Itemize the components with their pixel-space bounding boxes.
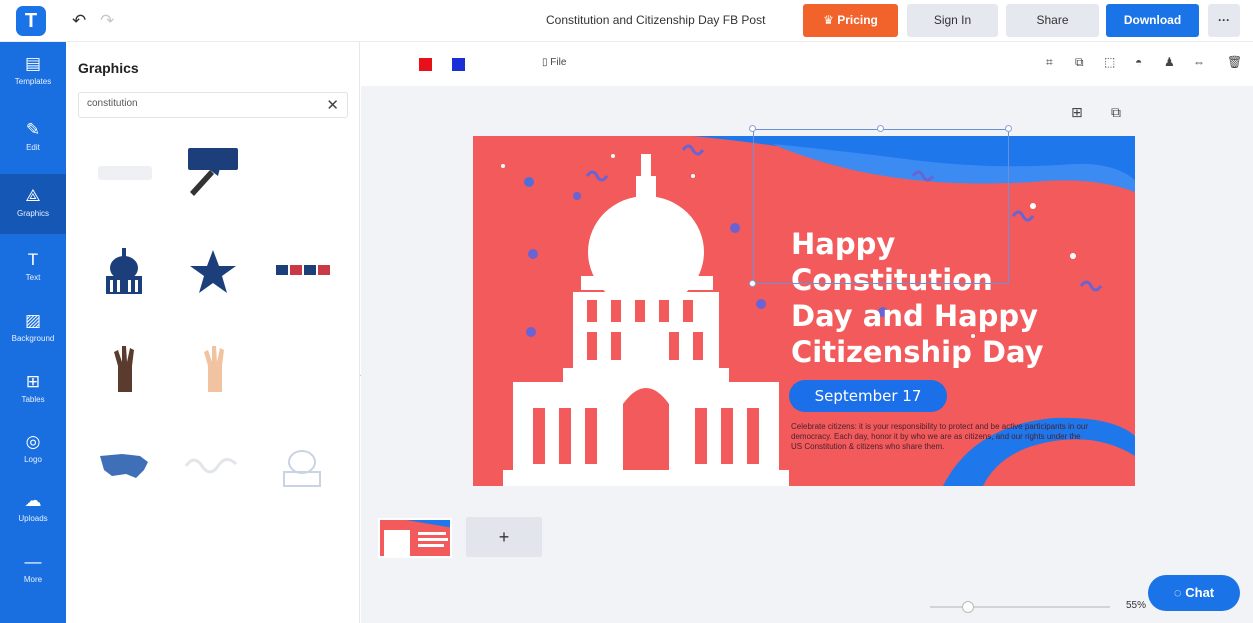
capitol-graphic[interactable]: [100, 246, 148, 298]
undo-icon[interactable]: ↶: [72, 11, 86, 31]
faded-capitol-graphic[interactable]: [278, 440, 326, 490]
add-page-button[interactable]: +: [466, 517, 542, 557]
layers-icon[interactable]: ⬚: [1104, 55, 1115, 69]
more-icon: —: [24, 552, 42, 571]
resize-handle[interactable]: [749, 280, 756, 287]
color-swatch-red[interactable]: [419, 58, 432, 71]
search-input[interactable]: [87, 98, 307, 109]
templates-icon: ▤: [24, 54, 42, 73]
sidebar-item-label: Tables: [21, 395, 45, 404]
sidebar-item-label: Uploads: [18, 514, 48, 523]
page-thumbnail[interactable]: [378, 518, 452, 558]
pencil-icon: ✎: [25, 120, 41, 139]
resize-handle[interactable]: [877, 125, 884, 132]
file-label: File: [550, 57, 567, 68]
format-painter-icon[interactable]: ⌗: [1046, 55, 1053, 70]
top-bar: T ↶ ↷ Constitution and Citizenship Day F…: [0, 0, 1253, 42]
sidebar-item-uploads[interactable]: ☁ Uploads: [0, 479, 66, 539]
download-button[interactable]: Download: [1106, 4, 1199, 37]
app-logo[interactable]: T: [16, 6, 46, 36]
element-toolbar: [361, 42, 1253, 86]
sidebar-item-more[interactable]: — More: [0, 540, 66, 600]
zoom-slider[interactable]: [930, 606, 1110, 608]
raised-hand-dark-graphic[interactable]: [110, 342, 140, 398]
file-button[interactable]: ▯ File: [542, 57, 566, 68]
thumbnail-preview: [384, 520, 450, 556]
file-icon: ▯: [542, 57, 548, 68]
sidebar-item-label: Edit: [26, 143, 40, 152]
star-graphic[interactable]: [188, 248, 238, 296]
sidebar-item-label: Background: [11, 334, 55, 343]
us-map-graphic[interactable]: [96, 448, 152, 482]
redo-icon[interactable]: ↷: [100, 11, 114, 31]
shapes-icon: ⟁: [25, 186, 41, 205]
quill-scroll-graphic[interactable]: [184, 146, 244, 202]
chat-label: Chat: [1185, 585, 1215, 600]
sign-in-button[interactable]: Sign In: [907, 4, 998, 37]
close-icon[interactable]: ✕: [326, 96, 339, 114]
raised-hand-light-graphic[interactable]: [200, 342, 230, 398]
cloud-upload-icon: ☁: [24, 491, 42, 510]
headline-line: Day and Happy: [791, 299, 1039, 333]
graphics-panel: Graphics ✕: [66, 42, 360, 623]
color-swatch-blue[interactable]: [452, 58, 465, 71]
graphics-search[interactable]: ✕: [78, 92, 348, 118]
sidebar-item-templates[interactable]: ▤ Templates: [0, 42, 66, 102]
sidebar-item-label: More: [23, 575, 43, 584]
date-pill[interactable]: September 17: [789, 380, 947, 412]
sidebar-item-label: Templates: [14, 77, 52, 86]
copy-page-icon[interactable]: ⧉: [1111, 104, 1121, 121]
sidebar-item-graphics[interactable]: ⟁ Graphics: [0, 174, 66, 234]
pricing-button[interactable]: ♛ Pricing: [803, 4, 898, 37]
flip-icon[interactable]: ⇔: [1193, 55, 1205, 69]
zoom-slider-handle[interactable]: [962, 601, 974, 613]
delete-icon[interactable]: 🗑: [1227, 55, 1242, 69]
sidebar-item-label: Text: [25, 273, 41, 282]
share-button[interactable]: Share: [1006, 4, 1099, 37]
left-sidebar: ▤ Templates ✎ Edit ⟁ Graphics T Text ▨ B…: [0, 42, 66, 623]
faded-script-graphic[interactable]: [182, 450, 244, 478]
panel-title: Graphics: [78, 60, 139, 76]
flag-strip-graphic[interactable]: [274, 262, 334, 278]
sidebar-item-edit[interactable]: ✎ Edit: [0, 108, 66, 168]
sidebar-item-text[interactable]: T Text: [0, 238, 66, 298]
pricing-label: Pricing: [837, 13, 878, 27]
sidebar-item-label: Logo: [24, 455, 42, 464]
sidebar-item-logo[interactable]: ◎ Logo: [0, 420, 66, 480]
chat-button[interactable]: ◌ Chat: [1148, 575, 1240, 611]
sidebar-item-background[interactable]: ▨ Background: [0, 299, 66, 359]
zoom-level[interactable]: 55%: [1126, 600, 1146, 611]
logo-icon: ◎: [25, 432, 41, 451]
text-icon: T: [27, 250, 39, 269]
headline-line: Citizenship Day: [791, 335, 1044, 369]
faded-banner-graphic[interactable]: [96, 160, 156, 186]
crown-icon: ♛: [823, 13, 834, 27]
body-text[interactable]: Celebrate citizens: it is your responsib…: [791, 422, 1091, 452]
background-icon: ▨: [24, 311, 42, 330]
duplicate-icon[interactable]: ⧉: [1075, 55, 1084, 70]
document-title[interactable]: Constitution and Citizenship Day FB Post: [546, 13, 765, 27]
lock-icon[interactable]: ♟: [1164, 55, 1175, 69]
selection-box[interactable]: [753, 129, 1009, 284]
sidebar-item-tables[interactable]: ⊞ Tables: [0, 360, 66, 420]
table-icon: ⊞: [25, 372, 41, 391]
more-options-button[interactable]: ···: [1208, 4, 1240, 37]
chat-bubble-icon: ◌: [1173, 585, 1182, 600]
resize-handle[interactable]: [749, 125, 756, 132]
resize-handle[interactable]: [1005, 125, 1012, 132]
opacity-icon[interactable]: ◓: [1135, 55, 1142, 69]
sidebar-item-label: Graphics: [16, 209, 49, 218]
add-page-icon[interactable]: ⊞: [1071, 104, 1083, 121]
